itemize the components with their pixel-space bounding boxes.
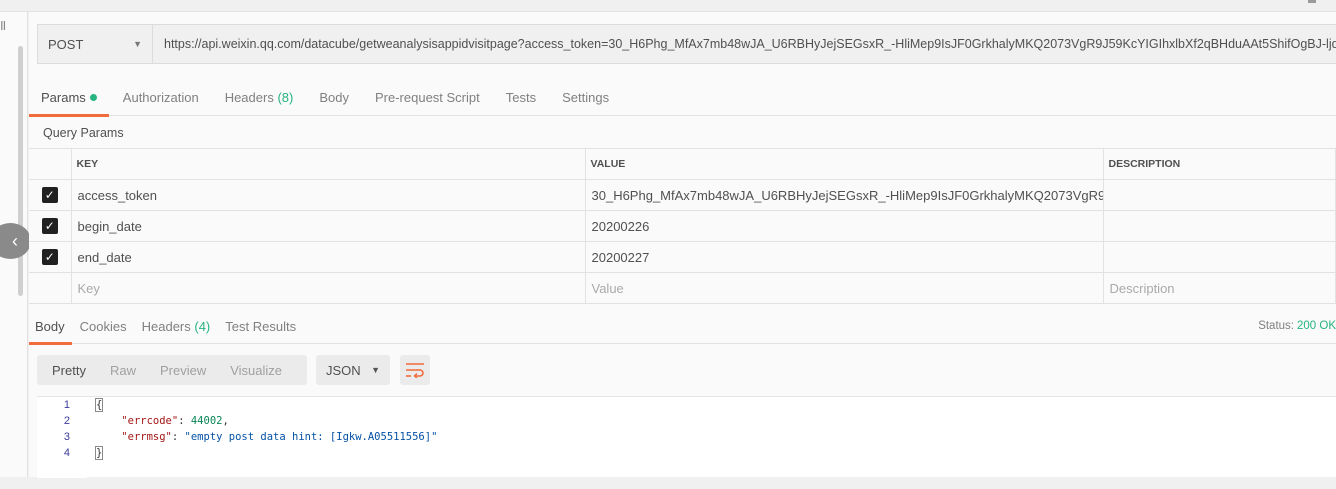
checkmark-icon: ✓ — [41, 187, 58, 204]
tab-count-badge: (8) — [277, 90, 294, 105]
url-bar: POST ▼ https://api.weixin.qq.com/datacub… — [37, 24, 1336, 64]
new-key-input[interactable]: Key — [70, 272, 586, 304]
code-line: { — [94, 397, 437, 413]
tab-label: Body — [319, 90, 349, 105]
view-mode-group: Pretty Raw Preview Visualize — [37, 355, 307, 385]
param-description-field[interactable] — [1102, 179, 1336, 211]
code-lines: { "errcode": 44002, "errmsg": "empty pos… — [94, 397, 438, 461]
row-checkbox[interactable]: ✓ — [29, 179, 72, 211]
code-line: "errmsg": "empty post data hint: [Igkw.A… — [121, 431, 438, 443]
response-status: Status: 200 OK — [1258, 320, 1336, 332]
tab-params[interactable]: Params — [29, 84, 109, 117]
response-tabs: Body Cookies Headers (4) Test Results St… — [29, 312, 1336, 345]
tab-response-cookies[interactable]: Cookies — [74, 312, 134, 344]
checkmark-icon: ✓ — [41, 249, 58, 266]
sidebar-scrollbar[interactable] — [18, 46, 23, 296]
chevron-left-icon: ‹ — [12, 230, 18, 251]
tab-label: Test Results — [225, 319, 297, 334]
status-value: 200 OK — [1297, 320, 1336, 332]
tab-label: Cookies — [79, 319, 127, 334]
value-column-header: VALUE — [584, 148, 1104, 180]
wrap-lines-button[interactable] — [400, 355, 430, 385]
param-value-field[interactable]: 30_H6Phg_MfAx7mb48wJA_U6RBHyJejSEGsxR_-H… — [584, 179, 1104, 211]
checkbox-header — [29, 148, 72, 180]
view-pretty-button[interactable]: Pretty — [37, 363, 98, 378]
view-visualize-button[interactable]: Visualize — [218, 363, 294, 378]
code-line: } — [94, 445, 437, 461]
param-key-field[interactable]: access_token — [70, 179, 586, 211]
tab-count-badge: (4) — [194, 319, 211, 334]
status-label: Status: — [1258, 320, 1294, 332]
tab-authorization[interactable]: Authorization — [111, 84, 211, 116]
line-number: 4 — [63, 447, 70, 459]
new-value-input[interactable]: Value — [584, 272, 1104, 304]
wrap-lines-icon — [406, 363, 424, 378]
row-checkbox[interactable]: ✓ — [29, 210, 72, 242]
table-row: ✓ begin_date 20200226 — [29, 210, 1336, 242]
url-input[interactable]: https://api.weixin.qq.com/datacube/getwe… — [153, 25, 1336, 63]
tab-label: Authorization — [122, 90, 199, 105]
tab-tests[interactable]: Tests — [494, 84, 548, 116]
param-value-field[interactable]: 20200226 — [584, 210, 1104, 242]
method-select[interactable]: POST ▼ — [38, 25, 153, 63]
view-raw-button[interactable]: Raw — [98, 363, 148, 378]
caret-down-icon: ▼ — [371, 365, 380, 375]
request-panel: POST ▼ https://api.weixin.qq.com/datacub… — [29, 12, 1336, 478]
table-row: ✓ access_token 30_H6Phg_MfAx7mb48wJA_U6R… — [29, 179, 1336, 211]
row-checkbox[interactable]: ✓ — [29, 241, 72, 273]
tab-label: Params — [41, 90, 86, 105]
tab-label: Headers — [224, 90, 274, 105]
param-description-field[interactable] — [1102, 210, 1336, 242]
tab-label: Body — [35, 319, 65, 334]
window-control[interactable] — [1308, 0, 1316, 3]
query-params-title: Query Params — [43, 126, 124, 140]
key-column-header: KEY — [70, 148, 586, 180]
open-brace: { — [94, 398, 104, 412]
tab-response-body[interactable]: Body — [29, 312, 72, 345]
line-number-gutter: 1 2 3 4 — [37, 397, 87, 478]
tab-response-headers[interactable]: Headers (4) — [136, 312, 218, 344]
format-value: JSON — [326, 362, 361, 378]
json-number: 44002 — [190, 415, 223, 427]
tab-headers[interactable]: Headers (8) — [213, 84, 306, 116]
tab-settings[interactable]: Settings — [550, 84, 621, 116]
line-number: 2 — [63, 415, 70, 427]
method-value: POST — [48, 36, 84, 52]
new-param-row: Key Value Description — [29, 272, 1336, 304]
params-active-dot — [89, 94, 97, 101]
request-tabs: Params Authorization Headers (8) Body Pr… — [29, 84, 1336, 117]
tab-label: Tests — [505, 90, 537, 105]
checkmark-icon: ✓ — [41, 218, 58, 235]
tab-label: Headers — [141, 319, 191, 334]
view-preview-button[interactable]: Preview — [148, 363, 218, 378]
table-row: ✓ end_date 20200227 — [29, 241, 1336, 273]
json-key: "errmsg" — [121, 431, 172, 443]
format-select[interactable]: JSON ▼ — [316, 355, 390, 385]
code-line: "errcode": 44002, — [121, 415, 229, 427]
param-value-field[interactable]: 20200227 — [584, 241, 1104, 273]
json-string: "empty post data hint: [Igkw.A05511556]" — [184, 431, 438, 443]
sidebar-menu-icon[interactable]: II — [0, 18, 6, 33]
tab-label: Pre-request Script — [374, 90, 480, 105]
line-number: 1 — [63, 399, 70, 411]
caret-down-icon: ▼ — [133, 39, 142, 49]
window-top-strip — [0, 0, 1336, 12]
param-key-field[interactable]: begin_date — [70, 210, 586, 242]
empty-checkbox-cell — [29, 272, 72, 304]
response-body-viewer[interactable]: 1 2 3 4 { "errcode": 44002, "errmsg": "e… — [37, 396, 1336, 478]
tab-test-results[interactable]: Test Results — [219, 312, 303, 344]
new-description-input[interactable]: Description — [1102, 272, 1336, 304]
description-column-header: DESCRIPTION — [1102, 148, 1336, 180]
param-description-field[interactable] — [1102, 241, 1336, 273]
param-key-field[interactable]: end_date — [70, 241, 586, 273]
tab-label: Settings — [562, 90, 610, 105]
line-number: 3 — [63, 431, 70, 443]
tab-pre-request-script[interactable]: Pre-request Script — [363, 84, 492, 116]
json-key: "errcode" — [121, 415, 179, 427]
table-header-row: KEY VALUE DESCRIPTION — [29, 148, 1336, 180]
tab-body[interactable]: Body — [307, 84, 361, 116]
query-params-table: KEY VALUE DESCRIPTION ✓ access_token 30_… — [29, 148, 1336, 304]
close-brace: } — [94, 446, 104, 460]
